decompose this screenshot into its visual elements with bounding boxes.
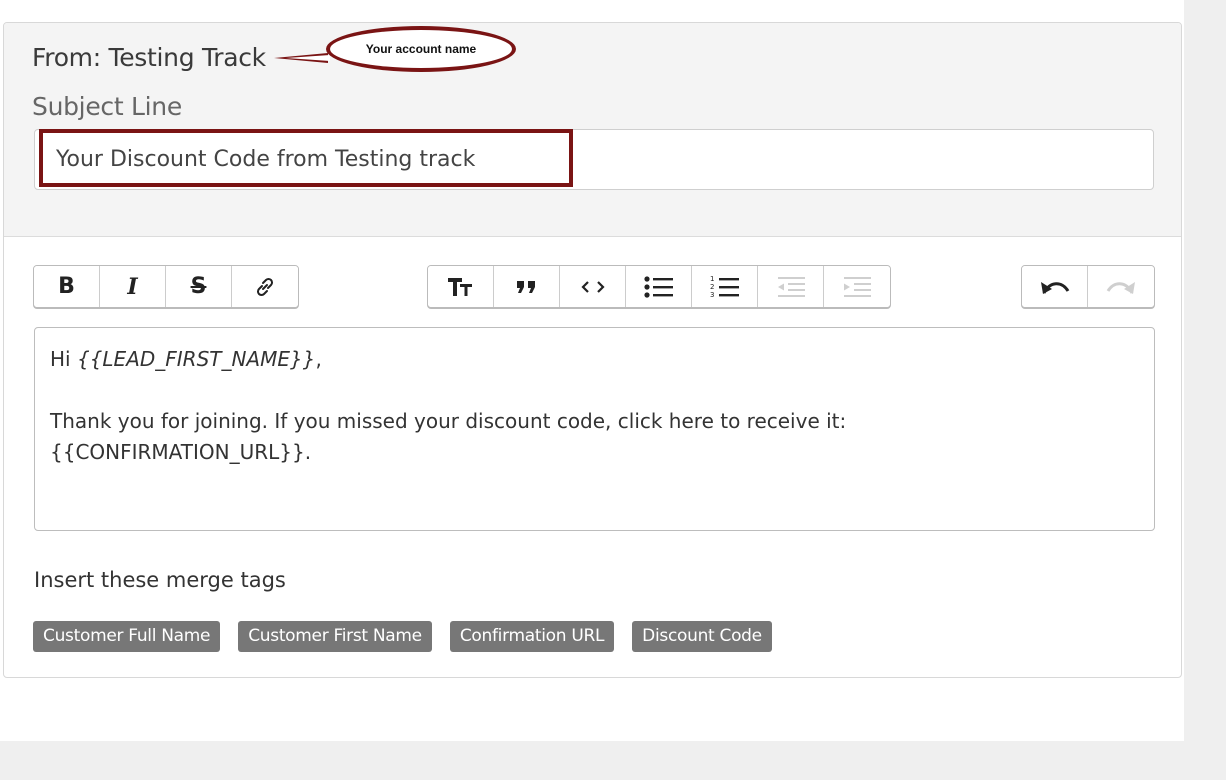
undo-button[interactable] [1022, 266, 1088, 307]
numbered-list-icon: 1 2 3 [710, 275, 739, 299]
subject-line-label: Subject Line [32, 92, 182, 121]
email-template-panel: From: Testing Track Subject Line Your ac… [3, 22, 1182, 678]
from-line: From: Testing Track [32, 43, 266, 72]
code-button[interactable] [560, 266, 626, 307]
decrease-indent-button[interactable] [758, 266, 824, 307]
quote-icon [516, 280, 535, 293]
svg-text:2: 2 [710, 283, 714, 291]
bold-button[interactable]: B [34, 266, 100, 307]
bullet-list-icon [643, 275, 673, 298]
link-button[interactable] [232, 266, 298, 307]
merge-tag-confirmation-url[interactable]: Confirmation URL [449, 621, 615, 652]
strikethrough-button[interactable]: S [166, 266, 232, 307]
greeting-prefix: Hi [50, 347, 77, 371]
greeting-line: Hi {{LEAD_FIRST_NAME}}, [50, 344, 1139, 375]
history-button-group [1021, 265, 1155, 308]
merge-tag-discount-code[interactable]: Discount Code [632, 621, 772, 652]
page-background [0, 741, 1226, 780]
heading-icon [447, 277, 472, 296]
greeting-suffix: , [315, 347, 322, 371]
italic-icon: I [127, 273, 138, 300]
strikethrough-icon: S [190, 274, 207, 299]
account-name-callout: Your account name [326, 26, 516, 72]
subject-line-input[interactable] [34, 129, 1154, 190]
italic-button[interactable]: I [100, 266, 166, 307]
scrollbar-track[interactable] [1184, 0, 1226, 780]
heading-button[interactable] [428, 266, 494, 307]
svg-text:1: 1 [710, 275, 714, 283]
bullet-list-button[interactable] [626, 266, 692, 307]
redo-button[interactable] [1088, 266, 1154, 307]
body-line-1: Thank you for joining. If you missed you… [50, 409, 847, 433]
merge-tag-customer-first-name[interactable]: Customer First Name [238, 621, 432, 652]
numbered-list-button[interactable]: 1 2 3 [692, 266, 758, 307]
increase-indent-icon [844, 276, 871, 297]
email-body-editor[interactable]: Hi {{LEAD_FIRST_NAME}}, Thank you for jo… [34, 327, 1155, 531]
merge-tags-label: Insert these merge tags [34, 568, 286, 592]
merge-tag-customer-full-name[interactable]: Customer Full Name [33, 621, 221, 652]
quote-button[interactable] [494, 266, 560, 307]
lead-first-name-tag: {{LEAD_FIRST_NAME}} [76, 347, 316, 371]
link-icon [256, 277, 274, 296]
redo-icon [1106, 281, 1135, 294]
undo-icon [1040, 281, 1069, 294]
decrease-indent-icon [777, 276, 805, 297]
format-button-group: B I S [33, 265, 299, 308]
code-icon [580, 280, 605, 293]
merge-tag-list: Customer Full Name Customer First Name C… [33, 621, 772, 652]
bold-icon: B [58, 274, 75, 299]
body-line-2: {{CONFIRMATION_URL}}. [50, 440, 312, 464]
svg-text:3: 3 [710, 291, 714, 299]
email-header-section: From: Testing Track Subject Line Your ac… [4, 23, 1181, 237]
block-button-group: 1 2 3 [427, 265, 891, 308]
increase-indent-button[interactable] [824, 266, 890, 307]
